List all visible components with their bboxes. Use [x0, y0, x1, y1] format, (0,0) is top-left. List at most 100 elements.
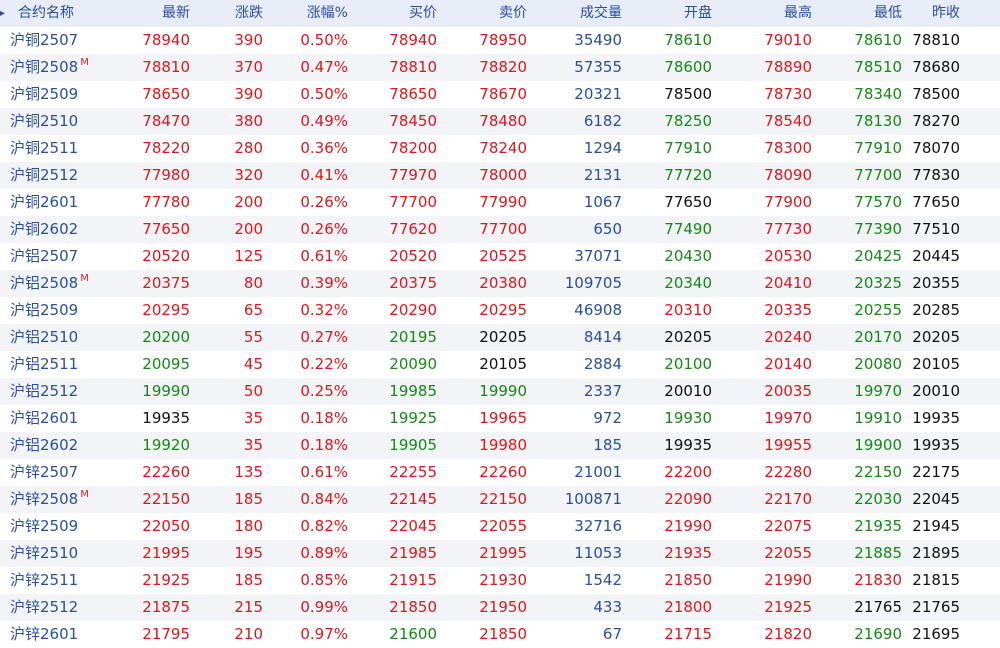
ask-cell: 77700 [479, 220, 527, 238]
ask-cell: 20380 [479, 274, 527, 292]
contract-name-cell[interactable]: 沪锌2509 [0, 513, 115, 540]
contract-name-cell[interactable]: 沪铜2510 [0, 108, 115, 135]
table-row[interactable]: 沪铜2508 M 78810 370 0.47% 78810 78820 57355 78600… [0, 54, 1000, 81]
volume-cell: 46908 [574, 301, 622, 319]
table-row[interactable]: 沪铜2601 77780 200 0.26% 77700 77990 1067 77650 77… [0, 189, 1000, 216]
contract-name-cell[interactable]: 沪铝2508 M [0, 270, 115, 297]
contract-name: 沪铝2601 [10, 409, 79, 427]
table-row[interactable]: 沪铜2509 78650 390 0.50% 78650 78670 20321 78500 7… [0, 81, 1000, 108]
table-row[interactable]: 沪锌2601 21795 210 0.97% 21600 21850 67 21715 2182… [0, 621, 1000, 648]
table-row[interactable]: 沪锌2510 21995 195 0.89% 21985 21995 11053 21935 2… [0, 540, 1000, 567]
table-row[interactable]: 沪锌2507 22260 135 0.61% 22255 22260 21001 22200 2… [0, 459, 1000, 486]
table-row[interactable]: 沪铝2509 20295 65 0.32% 20290 20295 46908 20310 20… [0, 297, 1000, 324]
table-row[interactable]: 沪铜2511 78220 280 0.36% 78200 78240 1294 77910 78… [0, 135, 1000, 162]
col-header-prev-close[interactable]: 昨收 [902, 0, 984, 27]
main-contract-badge: M [80, 273, 89, 284]
contract-name-cell[interactable]: 沪铜2509 [0, 81, 115, 108]
last-cell: 20520 [142, 247, 190, 265]
col-header-bid[interactable]: 买价 [348, 0, 437, 27]
table-row[interactable]: 沪铜2512 77980 320 0.41% 77970 78000 2131 77720 78… [0, 162, 1000, 189]
contract-name-cell[interactable]: 沪铝2602 [0, 432, 115, 459]
volume-cell: 109705 [564, 274, 622, 292]
last-cell: 78810 [142, 58, 190, 76]
table-row[interactable]: 沪铝2602 19920 35 0.18% 19905 19980 185 19935 1995… [0, 432, 1000, 459]
high-cell: 78730 [764, 85, 812, 103]
quote-table: ▸ 合约名称 最新 涨跌 涨幅% 买价 卖价 成交量 开盘 最高 最低 昨收 沪… [0, 0, 1000, 648]
col-header-low[interactable]: 最低 [812, 0, 902, 27]
table-row[interactable]: 沪锌2509 22050 180 0.82% 22045 22055 32716 21990 2… [0, 513, 1000, 540]
table-row[interactable]: 沪铝2508 M 20375 80 0.39% 20375 20380 109705 20340… [0, 270, 1000, 297]
contract-name-cell[interactable]: 沪铜2511 [0, 135, 115, 162]
col-header-volume[interactable]: 成交量 [527, 0, 622, 27]
contract-name-cell[interactable]: 沪铜2512 [0, 162, 115, 189]
contract-name-cell[interactable]: 沪锌2512 [0, 594, 115, 621]
col-header-name[interactable]: ▸ 合约名称 [0, 0, 115, 27]
table-row[interactable]: 沪铝2512 19990 50 0.25% 19985 19990 2337 20010 200… [0, 378, 1000, 405]
contract-name-cell[interactable]: 沪锌2508 M [0, 486, 115, 513]
contract-name-cell[interactable]: 沪铜2601 [0, 189, 115, 216]
prev-close-cell: 78810 [912, 31, 960, 49]
contract-name-cell[interactable]: 沪铝2509 [0, 297, 115, 324]
table-row[interactable]: 沪锌2511 21925 185 0.85% 21915 21930 1542 21850 21… [0, 567, 1000, 594]
last-cell: 22260 [142, 463, 190, 481]
bid-cell: 20195 [389, 328, 437, 346]
contract-name: 沪铜2509 [10, 85, 79, 103]
contract-name-cell[interactable]: 沪铜2602 [0, 216, 115, 243]
contract-name-cell[interactable]: 沪铜2507 [0, 27, 115, 54]
contract-name-cell[interactable]: 沪锌2510 [0, 540, 115, 567]
volume-cell: 37071 [574, 247, 622, 265]
last-cell: 77980 [142, 166, 190, 184]
change-pct-cell: 0.32% [300, 301, 348, 319]
col-header-change-pct[interactable]: 涨幅% [263, 0, 348, 27]
bid-cell: 22045 [389, 517, 437, 535]
contract-name-cell[interactable]: 沪铝2507 [0, 243, 115, 270]
table-row[interactable]: 沪铝2507 20520 125 0.61% 20520 20525 37071 20430 2… [0, 243, 1000, 270]
contract-name-cell[interactable]: 沪锌2601 [0, 621, 115, 648]
high-cell: 77900 [764, 193, 812, 211]
col-header-open[interactable]: 开盘 [622, 0, 712, 27]
contract-name: 沪锌2508 [10, 490, 79, 508]
contract-name: 沪锌2511 [10, 571, 79, 589]
change-cell: 180 [234, 517, 263, 535]
contract-name-cell[interactable]: 沪锌2507 [0, 459, 115, 486]
change-cell: 200 [234, 220, 263, 238]
table-row[interactable]: 沪铝2511 20095 45 0.22% 20090 20105 2884 20100 201… [0, 351, 1000, 378]
contract-name-cell[interactable]: 沪铝2510 [0, 324, 115, 351]
table-row[interactable]: 沪锌2508 M 22150 185 0.84% 22145 22150 100871 2209… [0, 486, 1000, 513]
contract-name-cell[interactable]: 沪铝2511 [0, 351, 115, 378]
col-header-last[interactable]: 最新 [115, 0, 190, 27]
col-header-ask[interactable]: 卖价 [437, 0, 527, 27]
volume-cell: 185 [593, 436, 622, 454]
table-row[interactable]: 沪铝2601 19935 35 0.18% 19925 19965 972 19930 1997… [0, 405, 1000, 432]
open-cell: 19930 [664, 409, 712, 427]
bid-cell: 78200 [389, 139, 437, 157]
col-header-change[interactable]: 涨跌 [190, 0, 263, 27]
table-row[interactable]: 沪铜2602 77650 200 0.26% 77620 77700 650 77490 777… [0, 216, 1000, 243]
open-cell: 21935 [664, 544, 712, 562]
prev-close-cell: 78680 [912, 58, 960, 76]
bid-cell: 78940 [389, 31, 437, 49]
contract-name-cell[interactable]: 沪锌2511 [0, 567, 115, 594]
prev-close-cell: 78270 [912, 112, 960, 130]
last-cell: 20375 [142, 274, 190, 292]
table-row[interactable]: 沪锌2512 21875 215 0.99% 21850 21950 433 21800 219… [0, 594, 1000, 621]
table-row[interactable]: 沪铜2507 78940 390 0.50% 78940 78950 35490 78610 7… [0, 27, 1000, 54]
contract-name-cell[interactable]: 沪铝2512 [0, 378, 115, 405]
change-pct-cell: 0.47% [300, 58, 348, 76]
ask-cell: 19990 [479, 382, 527, 400]
volume-cell: 6182 [583, 112, 622, 130]
change-cell: 215 [234, 598, 263, 616]
change-cell: 195 [234, 544, 263, 562]
table-row[interactable]: 沪铝2510 20200 55 0.27% 20195 20205 8414 20205 202… [0, 324, 1000, 351]
last-cell: 78220 [142, 139, 190, 157]
contract-name-cell[interactable]: 沪铝2601 [0, 405, 115, 432]
last-cell: 20295 [142, 301, 190, 319]
low-cell: 20255 [854, 301, 902, 319]
col-header-high[interactable]: 最高 [712, 0, 812, 27]
low-cell: 21765 [854, 598, 902, 616]
contract-name-cell[interactable]: 沪铜2508 M [0, 54, 115, 81]
contract-name: 沪铜2601 [10, 193, 79, 211]
table-row[interactable]: 沪铜2510 78470 380 0.49% 78450 78480 6182 78250 78… [0, 108, 1000, 135]
last-cell: 20095 [142, 355, 190, 373]
change-cell: 185 [234, 571, 263, 589]
